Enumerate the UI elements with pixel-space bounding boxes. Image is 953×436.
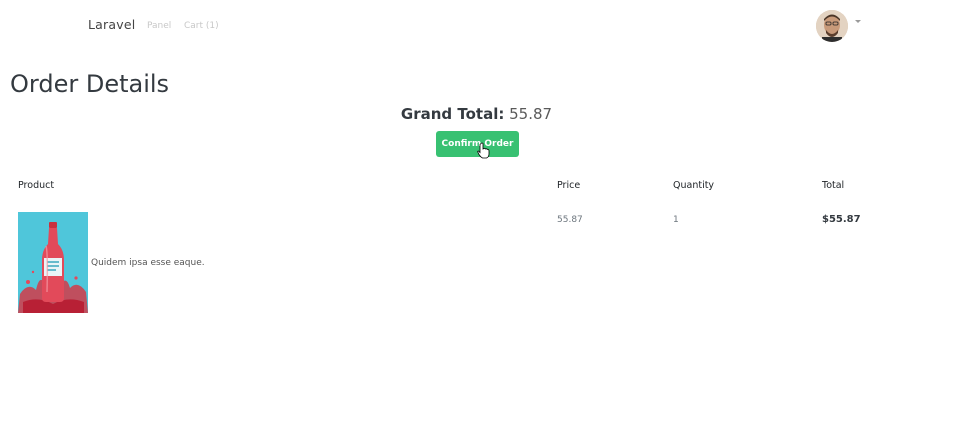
column-header-total: Total bbox=[822, 180, 845, 191]
grand-total-label: Grand Total: bbox=[400, 105, 505, 123]
soda-bottle-icon bbox=[18, 212, 88, 313]
brand-link[interactable]: Laravel bbox=[88, 17, 135, 32]
product-image bbox=[18, 212, 88, 313]
product-price: 55.87 bbox=[557, 215, 583, 225]
user-menu-caret-icon[interactable] bbox=[855, 20, 861, 23]
column-header-product: Product bbox=[18, 180, 55, 191]
nav-link-cart[interactable]: Cart (1) bbox=[184, 21, 219, 31]
page-title: Order Details bbox=[10, 70, 170, 98]
nav-link-panel[interactable]: Panel bbox=[147, 21, 171, 31]
grand-total-value: 55.87 bbox=[509, 105, 553, 123]
user-photo-icon bbox=[816, 10, 848, 42]
grand-total: Grand Total: 55.87 bbox=[0, 105, 953, 123]
product-name: Quidem ipsa esse eaque. bbox=[91, 258, 205, 268]
hand-cursor-icon bbox=[477, 142, 490, 159]
user-avatar[interactable] bbox=[816, 10, 848, 42]
product-total: $55.87 bbox=[822, 214, 861, 225]
navbar: Laravel Panel Cart (1) bbox=[0, 0, 953, 54]
product-quantity: 1 bbox=[673, 215, 679, 225]
column-header-quantity: Quantity bbox=[673, 180, 715, 191]
column-header-price: Price bbox=[557, 180, 581, 191]
